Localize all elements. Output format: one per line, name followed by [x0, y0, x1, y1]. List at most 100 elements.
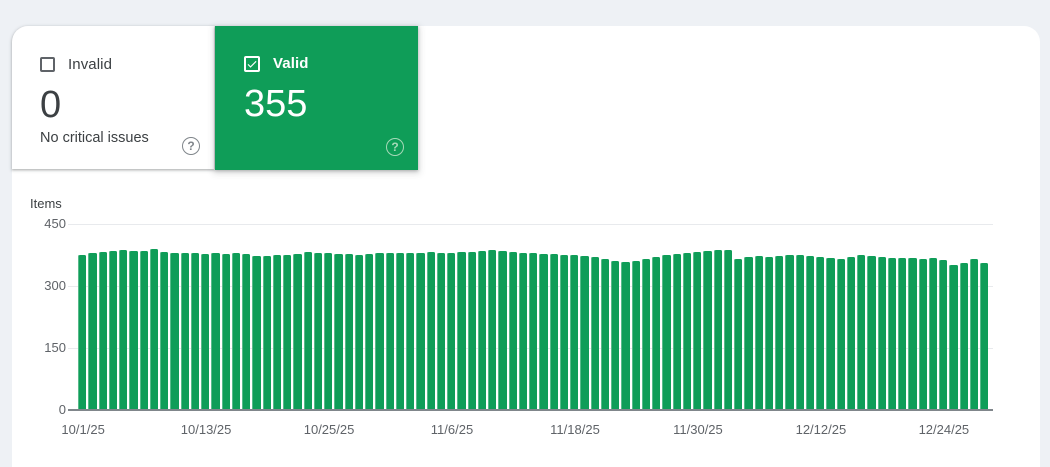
valid-bar[interactable] [590, 257, 599, 410]
x-tick-label: 10/25/25 [303, 422, 355, 437]
valid-bar[interactable] [682, 253, 691, 410]
valid-bar[interactable] [980, 263, 989, 410]
valid-bar[interactable] [416, 253, 425, 410]
valid-bar[interactable] [949, 265, 958, 410]
valid-bar[interactable] [272, 255, 281, 410]
help-icon[interactable]: ? [386, 138, 404, 156]
valid-bar[interactable] [303, 252, 312, 410]
valid-bar[interactable] [88, 253, 97, 410]
valid-bar[interactable] [518, 253, 527, 410]
valid-bar[interactable] [570, 255, 579, 410]
valid-bar[interactable] [436, 253, 445, 410]
bar-series-valid [78, 224, 990, 410]
valid-bar[interactable] [795, 255, 804, 410]
valid-bar[interactable] [457, 252, 466, 410]
valid-bar[interactable] [447, 253, 456, 410]
valid-bar[interactable] [313, 253, 322, 410]
valid-bar[interactable] [939, 260, 948, 410]
valid-bar[interactable] [775, 256, 784, 410]
valid-bar[interactable] [283, 255, 292, 410]
valid-bar[interactable] [785, 255, 794, 410]
valid-bar[interactable] [477, 251, 486, 410]
valid-bar[interactable] [918, 259, 927, 410]
valid-bar[interactable] [201, 254, 210, 410]
valid-bar[interactable] [631, 261, 640, 410]
valid-bar[interactable] [959, 263, 968, 410]
valid-bar[interactable] [467, 252, 476, 410]
valid-bar[interactable] [498, 251, 507, 410]
valid-bar[interactable] [898, 258, 907, 410]
valid-bar[interactable] [242, 254, 251, 410]
valid-bar[interactable] [324, 253, 333, 410]
valid-bar[interactable] [252, 256, 261, 410]
valid-bar[interactable] [887, 258, 896, 410]
valid-bar[interactable] [549, 254, 558, 410]
valid-bar[interactable] [211, 253, 220, 410]
valid-bar[interactable] [816, 257, 825, 410]
valid-bar[interactable] [119, 250, 128, 410]
valid-bar[interactable] [231, 253, 240, 410]
valid-bar[interactable] [160, 252, 169, 410]
valid-bar[interactable] [600, 259, 609, 410]
valid-bar[interactable] [262, 256, 271, 410]
valid-bar[interactable] [764, 257, 773, 410]
invalid-status-card[interactable]: Invalid 0 No critical issues ? [12, 26, 214, 169]
valid-bar[interactable] [529, 253, 538, 410]
x-tick-label: 11/30/25 [673, 422, 723, 437]
valid-bar[interactable] [713, 250, 722, 410]
valid-bar[interactable] [744, 257, 753, 410]
valid-bar[interactable] [344, 254, 353, 410]
valid-bar[interactable] [78, 255, 87, 410]
checkbox-unchecked-icon[interactable] [40, 57, 55, 72]
valid-bar[interactable] [908, 258, 917, 410]
valid-bar[interactable] [139, 251, 148, 410]
valid-bar[interactable] [734, 259, 743, 410]
valid-bar[interactable] [652, 257, 661, 410]
valid-bar[interactable] [129, 251, 138, 410]
x-tick-label: 12/24/25 [918, 422, 970, 437]
valid-bar[interactable] [395, 253, 404, 410]
valid-bar[interactable] [723, 250, 732, 410]
valid-bar[interactable] [190, 253, 199, 410]
valid-bar[interactable] [108, 251, 117, 410]
valid-bar[interactable] [662, 255, 671, 410]
valid-status-card[interactable]: Valid 355 ? [215, 26, 418, 170]
valid-bar[interactable] [693, 252, 702, 410]
valid-bar[interactable] [98, 252, 107, 410]
valid-bar[interactable] [805, 256, 814, 410]
valid-bar[interactable] [426, 252, 435, 410]
checkbox-checked-icon[interactable] [244, 55, 260, 72]
valid-bar[interactable] [641, 259, 650, 410]
valid-bar[interactable] [928, 258, 937, 410]
valid-bar[interactable] [406, 253, 415, 410]
valid-bar[interactable] [375, 253, 384, 410]
valid-bar[interactable] [170, 253, 179, 410]
valid-bar[interactable] [559, 255, 568, 410]
valid-bar[interactable] [293, 254, 302, 410]
help-icon[interactable]: ? [182, 137, 200, 155]
valid-bar[interactable] [354, 255, 363, 410]
valid-bar[interactable] [754, 256, 763, 410]
valid-bar[interactable] [672, 254, 681, 410]
valid-bar[interactable] [365, 254, 374, 410]
valid-bar[interactable] [836, 259, 845, 410]
valid-bar[interactable] [149, 249, 158, 410]
valid-bar[interactable] [621, 262, 630, 410]
valid-bar[interactable] [846, 257, 855, 410]
valid-bar[interactable] [508, 252, 517, 410]
valid-bar[interactable] [385, 253, 394, 410]
invalid-card-header: Invalid [40, 56, 214, 73]
valid-bar[interactable] [580, 256, 589, 410]
valid-bar[interactable] [826, 258, 835, 410]
valid-bar[interactable] [539, 254, 548, 410]
valid-bar[interactable] [867, 256, 876, 410]
valid-bar[interactable] [221, 254, 230, 410]
valid-bar[interactable] [969, 259, 978, 410]
valid-bar[interactable] [857, 255, 866, 410]
valid-bar[interactable] [488, 250, 497, 410]
valid-bar[interactable] [334, 254, 343, 410]
valid-bar[interactable] [180, 253, 189, 410]
valid-bar[interactable] [877, 257, 886, 410]
valid-bar[interactable] [703, 251, 712, 410]
valid-bar[interactable] [611, 261, 620, 410]
